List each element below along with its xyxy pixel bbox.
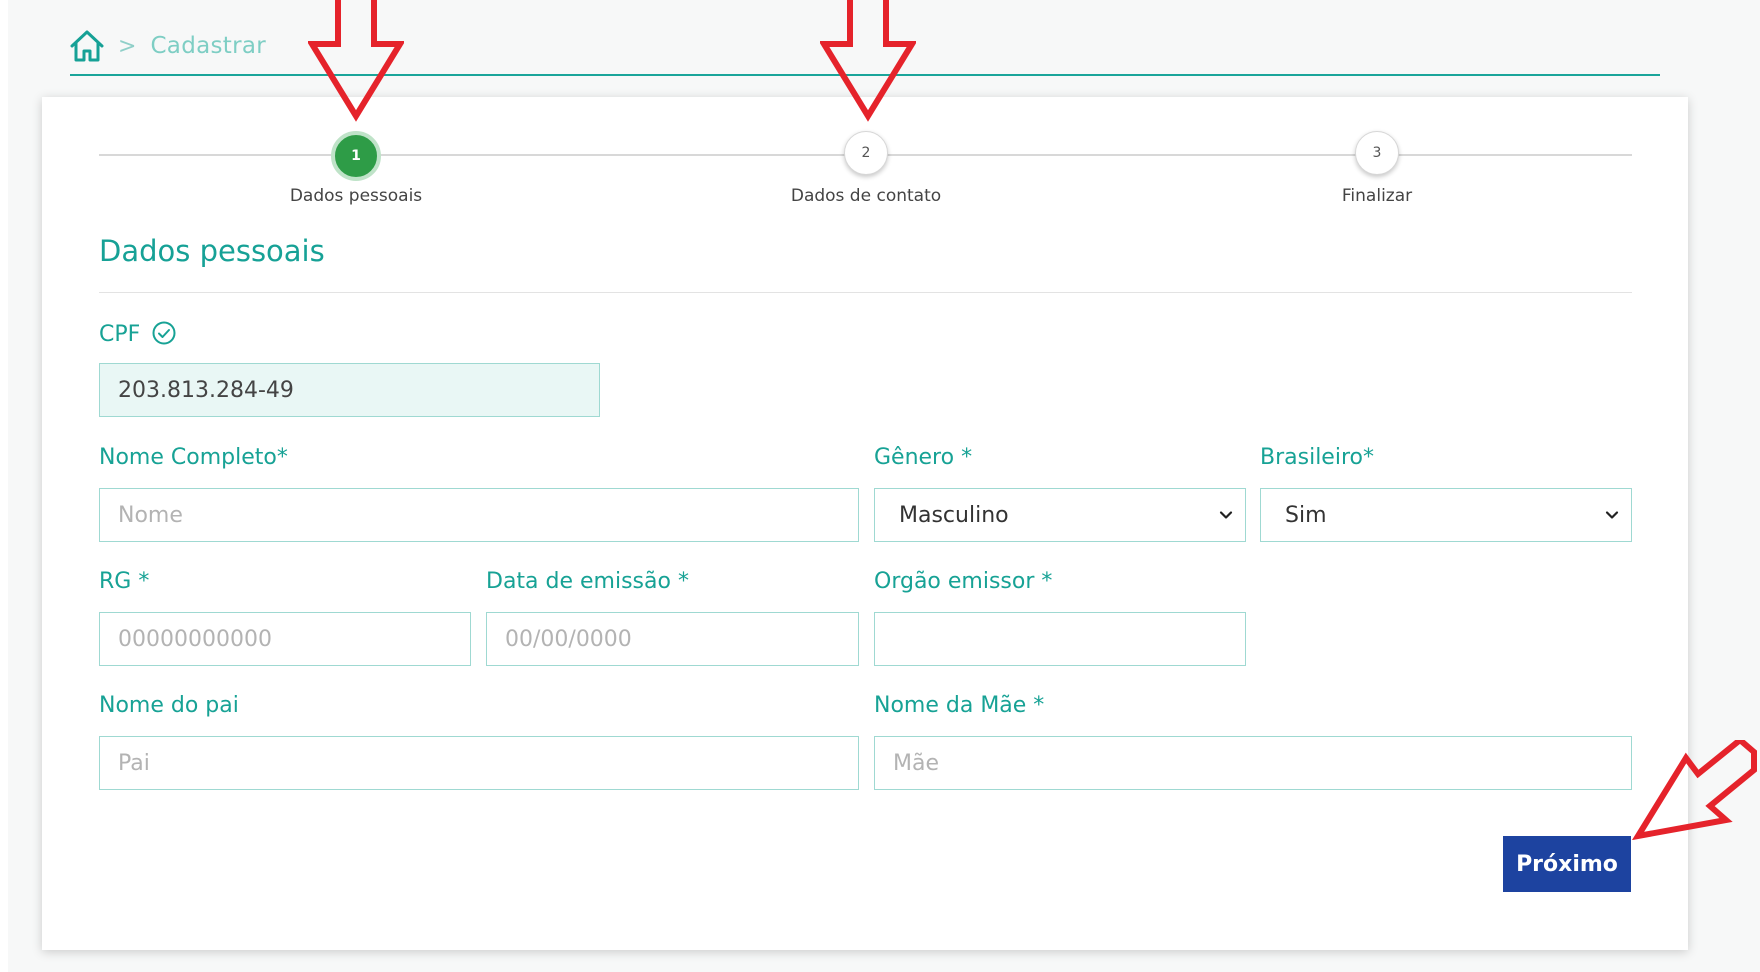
genero-select[interactable]: Masculino [874,488,1246,542]
brasileiro-label: Brasileiro* [1260,445,1374,470]
nome-pai-label: Nome do pai [99,693,239,718]
breadcrumb-current: Cadastrar [150,33,266,59]
nome-pai-input[interactable] [99,736,859,790]
check-circle-icon [152,321,176,345]
arrow-annotation-next [1632,740,1757,840]
home-icon[interactable] [68,27,106,65]
breadcrumb-separator: > [118,33,137,59]
arrow-annotation-step-1 [308,0,404,122]
cpf-label-row: CPF [99,320,177,347]
genero-selected-value: Masculino [899,502,1009,528]
step-3-indicator[interactable]: 3 [1355,131,1399,175]
next-button[interactable]: Próximo [1503,836,1631,892]
nome-completo-input[interactable] [99,488,859,542]
rg-input[interactable] [99,612,471,666]
breadcrumb: > Cadastrar [68,26,266,66]
chevron-down-icon [1605,511,1619,519]
step-1-label: Dados pessoais [289,186,423,206]
rg-label: RG * [99,569,150,594]
nome-mae-label: Nome da Mãe * [874,693,1045,718]
step-3-number: 3 [1372,145,1382,161]
step-1-number: 1 [351,148,361,164]
chevron-down-icon [1219,511,1233,519]
step-1-indicator[interactable]: 1 [331,131,381,181]
cpf-input[interactable] [99,363,600,417]
nome-mae-input[interactable] [874,736,1632,790]
data-emissao-input[interactable] [486,612,859,666]
arrow-annotation-step-2 [820,0,916,122]
step-3-label: Finalizar [1341,186,1413,206]
section-divider [99,292,1632,293]
nome-completo-label: Nome Completo* [99,445,288,470]
brasileiro-select[interactable]: Sim [1260,488,1632,542]
genero-label: Gênero * [874,445,973,470]
orgao-emissor-input[interactable] [874,612,1246,666]
orgao-emissor-label: Orgão emissor * [874,569,1053,594]
data-emissao-label: Data de emissão * [486,569,689,594]
step-2-indicator[interactable]: 2 [844,131,888,175]
brasileiro-selected-value: Sim [1285,502,1327,528]
cpf-label: CPF [99,322,141,347]
step-2-label: Dados de contato [790,186,942,206]
step-2-number: 2 [861,145,871,161]
section-title: Dados pessoais [99,234,325,268]
